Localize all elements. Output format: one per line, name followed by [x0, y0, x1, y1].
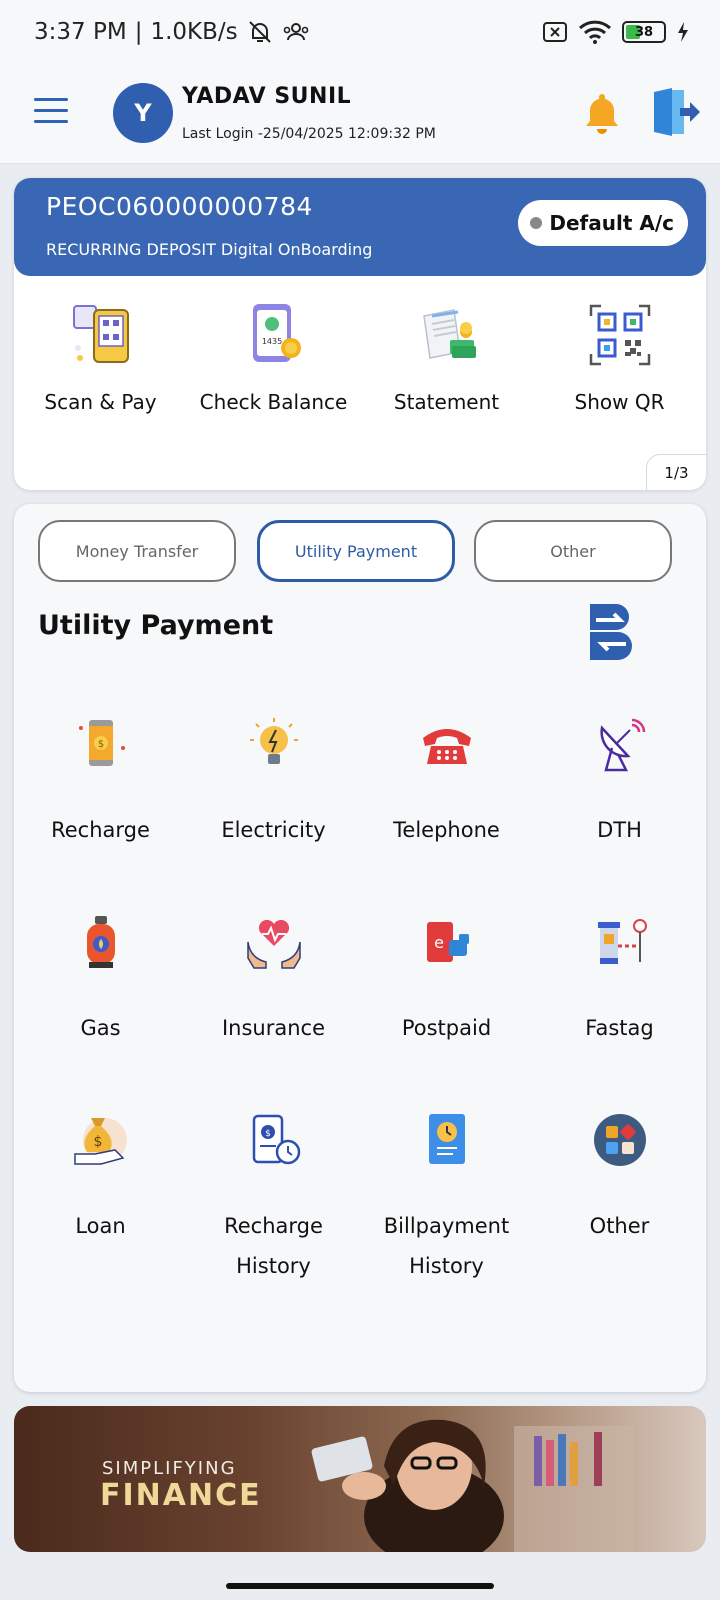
bill-history-icon [428, 1114, 465, 1164]
bbps-logo-icon [590, 604, 632, 660]
service-label: Insurance [221, 1016, 326, 1040]
apps-grid-icon [593, 1114, 646, 1166]
wifi-icon [578, 20, 612, 44]
service-postpaid[interactable]: e Postpaid [360, 912, 533, 1110]
account-card: PEOC060000000784 RECURRING DEPOSIT Digit… [14, 178, 706, 490]
svg-text:$: $ [97, 739, 103, 750]
show-qr-button[interactable]: Show QR [533, 302, 706, 414]
home-indicator[interactable] [226, 1583, 494, 1589]
battery-indicator: 38 [622, 21, 666, 43]
service-electricity[interactable]: Electricity [187, 714, 360, 912]
charging-icon [678, 22, 688, 42]
service-label: Gas [80, 1016, 121, 1040]
tab-other[interactable]: Other [474, 520, 672, 582]
status-speed: 1.0KB/s [150, 19, 238, 45]
svg-text:$: $ [93, 1134, 102, 1150]
service-fastag[interactable]: Fastag [533, 912, 706, 1110]
scan-pay-icon [72, 305, 129, 363]
avatar[interactable]: Y [113, 83, 173, 143]
service-other[interactable]: Other [533, 1110, 706, 1308]
tab-money-transfer[interactable]: Money Transfer [38, 520, 236, 582]
account-number: PEOC060000000784 [46, 192, 313, 221]
service-label: Billpayment [383, 1214, 510, 1238]
bulb-icon [249, 718, 298, 764]
check-balance-button[interactable]: 1435 Check Balance [187, 302, 360, 414]
mobile-recharge-icon: $ [78, 720, 125, 766]
service-label: Recharge [224, 1214, 323, 1238]
svg-text:1435: 1435 [261, 337, 281, 346]
people-icon [283, 23, 308, 41]
hamburger-menu-icon[interactable] [34, 98, 68, 124]
quick-action-label: Show QR [574, 390, 665, 414]
status-time: 3:37 PM [34, 19, 127, 45]
tab-utility-payment[interactable]: Utility Payment [257, 520, 455, 582]
service-label: Recharge [51, 818, 150, 842]
card-pager: 1/3 [646, 454, 706, 490]
logout-icon[interactable] [650, 86, 702, 138]
quick-action-label: Scan & Pay [44, 390, 157, 414]
status-bar: 3:37 PM | 1.0KB/s 38 [0, 0, 720, 64]
service-label-line2: History [236, 1254, 311, 1278]
status-dot [530, 217, 543, 229]
service-label: Postpaid [401, 1016, 492, 1040]
promo-line2: FINANCE [100, 1478, 262, 1513]
service-billpayment-history[interactable]: Billpayment History [360, 1110, 533, 1308]
gas-cylinder-icon [86, 916, 115, 968]
svg-text:e: e [434, 933, 444, 952]
notification-bell-icon[interactable] [582, 90, 622, 136]
recharge-history-icon: $ [252, 1114, 300, 1165]
service-recharge[interactable]: $ Recharge [14, 714, 187, 912]
postpaid-icon: e [426, 922, 469, 962]
promo-line1: SIMPLIFYING [102, 1458, 237, 1479]
promo-banner[interactable]: SIMPLIFYING FINANCE [14, 1406, 706, 1552]
check-balance-icon: 1435 [252, 304, 301, 362]
satellite-dish-icon [599, 718, 645, 772]
insurance-icon [246, 919, 301, 969]
statement-icon [422, 309, 476, 359]
utility-services-grid: $ Recharge Electricity Telephone DTH Gas… [14, 714, 706, 1308]
service-dth[interactable]: DTH [533, 714, 706, 912]
statement-button[interactable]: Statement [360, 302, 533, 414]
section-title: Utility Payment [38, 610, 274, 641]
service-label-line2: History [409, 1254, 484, 1278]
service-label: Telephone [393, 818, 500, 842]
service-gas[interactable]: Gas [14, 912, 187, 1110]
account-banner: PEOC060000000784 RECURRING DEPOSIT Digit… [14, 178, 706, 276]
default-account-label: Default A/c [549, 211, 674, 235]
user-name: YADAV SUNIL [182, 84, 352, 109]
account-type: RECURRING DEPOSIT Digital OnBoarding [46, 240, 373, 259]
qr-code-icon [589, 304, 650, 366]
last-login-text: Last Login -25/04/2025 12:09:32 PM [182, 126, 436, 142]
toll-gate-icon [597, 919, 647, 964]
scan-pay-button[interactable]: Scan & Pay [14, 302, 187, 414]
quick-action-label: Check Balance [199, 390, 348, 414]
service-label: Fastag [585, 1016, 654, 1040]
service-panel: Money Transfer Utility Payment Other Uti… [14, 504, 706, 1392]
no-sim-icon [543, 22, 567, 42]
service-label: Electricity [221, 818, 326, 842]
quick-action-label: Statement [393, 390, 500, 414]
money-bag-icon: $ [73, 1118, 127, 1165]
service-label: Loan [75, 1214, 126, 1238]
service-label: DTH [597, 818, 642, 842]
service-recharge-history[interactable]: $ Recharge History [187, 1110, 360, 1308]
mute-bell-icon [248, 21, 271, 43]
quick-actions: Scan & Pay 1435 Check Balance Statement … [14, 302, 706, 414]
service-telephone[interactable]: Telephone [360, 714, 533, 912]
app-header: Y YADAV SUNIL Last Login -25/04/2025 12:… [0, 64, 720, 164]
service-label: Other [589, 1214, 650, 1238]
service-loan[interactable]: $ Loan [14, 1110, 187, 1308]
telephone-icon [422, 729, 471, 764]
default-account-button[interactable]: Default A/c [518, 200, 688, 246]
svg-text:$: $ [265, 1129, 271, 1139]
service-insurance[interactable]: Insurance [187, 912, 360, 1110]
